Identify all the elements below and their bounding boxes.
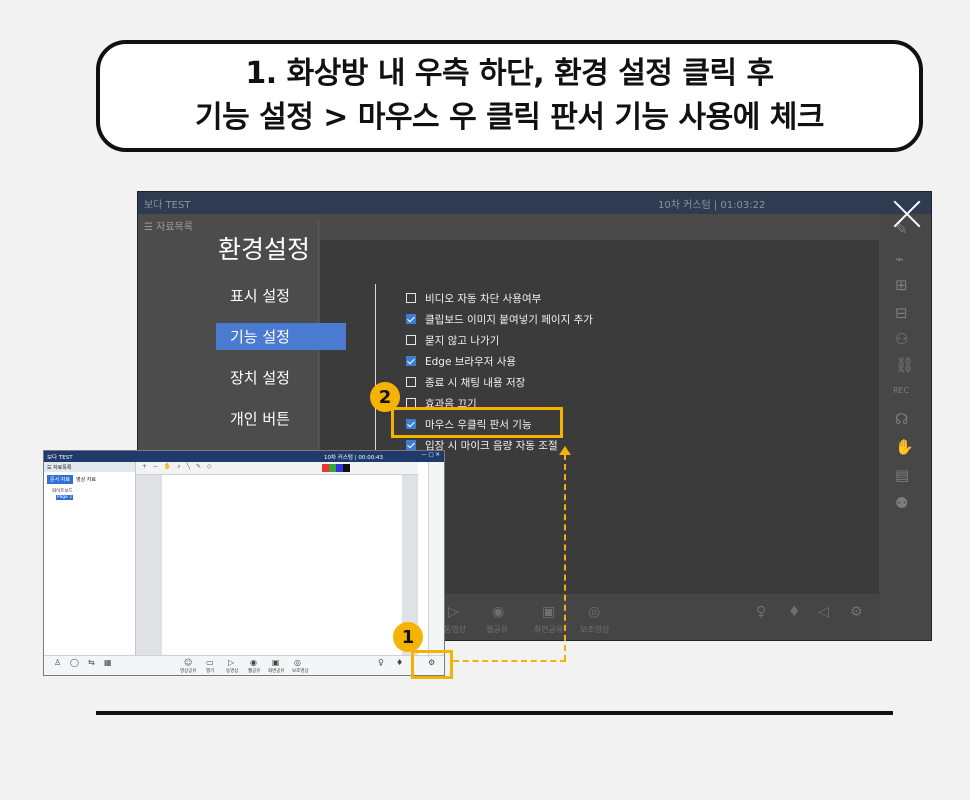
option-save-chat[interactable]: 종료 시 채팅 내용 저장 — [406, 374, 525, 390]
arrow-horizontal — [453, 660, 566, 662]
mic-small-icon[interactable]: ♦ — [396, 658, 403, 667]
list-icon[interactable]: ▦ — [104, 658, 112, 667]
session-info-small: 10차 커스텀 | 00:00:43 — [324, 455, 384, 461]
label-video: 동영상 — [226, 669, 239, 674]
step-badge-2: 2 — [370, 382, 400, 412]
label-open: 열기 — [206, 669, 215, 674]
app-logo-small: 보다 TEST — [47, 455, 73, 461]
arrow-up-icon — [559, 446, 571, 455]
add-user-icon: ⚇ — [895, 330, 909, 348]
option-clipboard-paste[interactable]: 클립보드 이미지 붙여넣기 페이지 추가 — [406, 311, 593, 327]
title-line-1: 1. 화상방 내 우측 하단, 환경 설정 클릭 후 — [245, 56, 774, 91]
highlight-right-click-option — [391, 407, 563, 438]
label-web: 웹공유 — [248, 669, 261, 674]
web-small-icon[interactable]: ◉ — [250, 658, 257, 667]
people-icon: ⚉ — [895, 494, 909, 512]
right-toolbar-dimmed: ✎ ⌁ ⊞ ⊟ ⚇ ⛓ REC ☊ ✋ ▤ ⚉ — [879, 214, 931, 640]
user-icon[interactable]: ♙ — [54, 658, 61, 667]
sub-video-icon: ◎ — [588, 604, 601, 620]
screen-small-icon[interactable]: ▣ — [272, 658, 280, 667]
video-small-icon[interactable]: ▷ — [228, 658, 234, 667]
open-icon[interactable]: ▭ — [206, 658, 214, 667]
app-screenshot: 보다 TEST 10차 커스텀 | 00:00:43 — □ ✕ ☰ 자료목록 … — [43, 450, 445, 676]
mic-icon: ⌁ — [895, 250, 905, 268]
checkbox-checked[interactable] — [406, 356, 416, 366]
window-controls[interactable]: — □ ✕ — [421, 452, 440, 458]
menu-function-settings[interactable]: 기능 설정 — [216, 323, 346, 350]
sidebar-header-small: ☰ 자료목록 — [44, 462, 135, 472]
screen-share-icon: ▣ — [542, 604, 556, 620]
tree-subitem[interactable]: Page 1 — [56, 495, 74, 500]
drawing-toolbar: + − ✋ ⌕ ╲ ✎ ◇ — [136, 462, 418, 475]
option-video-auto-block[interactable]: 비디오 자동 차단 사용여부 — [406, 290, 541, 306]
bottom-label-video: 동영상 — [444, 625, 467, 634]
checkbox[interactable] — [406, 335, 416, 345]
highlight-gear-button — [411, 650, 453, 679]
web-icon: ◉ — [492, 604, 505, 620]
hand-icon: ✋ — [895, 438, 914, 456]
arrow-vertical — [564, 454, 566, 661]
option-edge-browser[interactable]: Edge 브라우저 사용 — [406, 353, 516, 369]
share-video-icon[interactable]: ☺ — [184, 658, 192, 667]
menu-display-settings[interactable]: 표시 설정 — [216, 282, 346, 309]
sidebar-small: ☰ 자료목록 문서 자료 영상 자료 화이트보드 Page 1 — [44, 462, 136, 657]
chat-icon[interactable]: ◯ — [70, 658, 79, 667]
color-palette[interactable] — [322, 464, 350, 472]
session-info: 10차 커스텀 | 01:03:22 — [658, 200, 766, 211]
tree-item[interactable]: 화이트보드 — [52, 488, 73, 494]
gear-dimmed-icon: ⚙ — [850, 604, 863, 620]
bulb-icon: ♀ — [756, 604, 767, 620]
tab-documents[interactable]: 문서 자료 — [47, 475, 73, 484]
option-label: 비디오 자동 차단 사용여부 — [425, 292, 542, 305]
bottom-rule — [96, 711, 893, 715]
checkbox[interactable] — [406, 293, 416, 303]
checkbox[interactable] — [406, 377, 416, 387]
bottom-label-sub: 보조영상 — [580, 625, 610, 634]
drawing-tool-icons[interactable]: + − ✋ ⌕ ╲ ✎ ◇ — [142, 463, 214, 471]
close-icon[interactable] — [893, 200, 921, 228]
label-share-video: 영상공유 — [180, 669, 197, 674]
title-card: 1. 화상방 내 우측 하단, 환경 설정 클릭 후 기능 설정 > 마우스 우… — [96, 40, 923, 152]
rec-icon: REC — [893, 386, 910, 395]
option-label: 묻지 않고 나가기 — [425, 334, 500, 347]
tab-videos[interactable]: 영상 자료 — [73, 475, 99, 484]
label-sub: 보조영상 — [292, 669, 309, 674]
option-label: 클립보드 이미지 붙여넣기 페이지 추가 — [425, 313, 593, 326]
mic-bottom-icon: ♦ — [788, 604, 801, 620]
transfer-icon[interactable]: ⇆ — [88, 658, 95, 667]
sub-small-icon[interactable]: ◎ — [294, 658, 301, 667]
layout-icon: ⊟ — [895, 304, 908, 322]
settings-title: 환경설정 — [218, 235, 311, 264]
grid-icon: ⊞ — [895, 276, 908, 294]
checkbox-checked[interactable] — [406, 314, 416, 324]
option-exit-without-asking[interactable]: 묻지 않고 나가기 — [406, 332, 499, 348]
menu-device-settings[interactable]: 장치 설정 — [216, 364, 346, 391]
bottom-label-screen: 화면공유 — [534, 625, 564, 634]
whiteboard-canvas[interactable] — [162, 475, 402, 655]
right-toolbar-small — [428, 462, 444, 657]
app-titlebar-small: 보다 TEST 10차 커스텀 | 00:00:43 — □ ✕ — [44, 451, 444, 462]
step-badge-1: 1 — [393, 622, 423, 652]
video-icon: ▷ — [448, 604, 459, 620]
bottom-bar-small: ♙ ◯ ⇆ ▦ ☺ ▭ ▷ ◉ ▣ ◎ ♀ ♦ ⚙ 영상공유 열기 동영상 웹공… — [44, 655, 444, 675]
link-icon: ⛓ — [895, 356, 915, 374]
toolbar-dimmed — [320, 214, 880, 240]
bottom-label-web: 웹공유 — [486, 625, 509, 634]
bulb-small-icon[interactable]: ♀ — [378, 658, 384, 667]
option-label: 종료 시 채팅 내용 저장 — [425, 376, 526, 389]
document-icon: ▤ — [895, 466, 910, 484]
speaker-icon: ◁ — [818, 604, 829, 620]
checkbox-checked[interactable] — [406, 440, 416, 450]
title-line-2: 기능 설정 > 마우스 우 클릭 판서 기능 사용에 체크 — [194, 100, 825, 135]
headset-icon: ☊ — [895, 410, 909, 428]
label-screen: 화면공유 — [268, 669, 285, 674]
menu-personal-buttons[interactable]: 개인 버튼 — [216, 405, 346, 432]
option-label: Edge 브라우저 사용 — [425, 355, 517, 368]
